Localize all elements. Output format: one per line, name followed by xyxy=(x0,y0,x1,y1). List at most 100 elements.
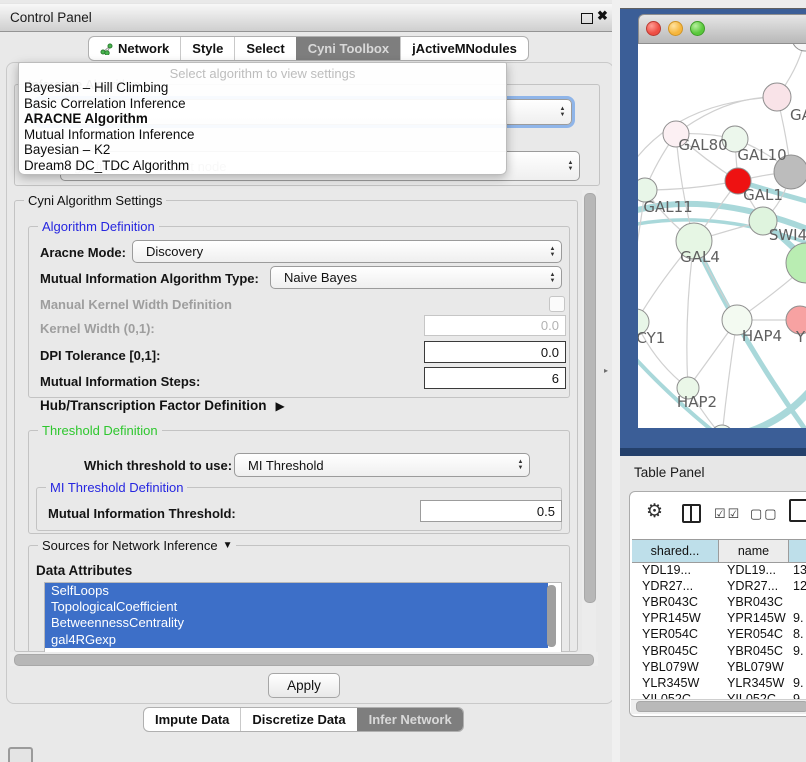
aracne-mode-label: Aracne Mode: xyxy=(40,245,126,260)
network-node[interactable] xyxy=(786,243,806,283)
settings-vertical-scrollbar-thumb[interactable] xyxy=(584,193,596,603)
dropdown-placeholder: Select algorithm to view settings xyxy=(19,63,506,80)
table-row[interactable]: YDL19...YDL19...13 xyxy=(632,562,806,578)
minimized-panel-icon[interactable] xyxy=(8,747,33,762)
table-row[interactable]: YER054CYER054C8. xyxy=(632,626,806,642)
dpi-tolerance-field[interactable]: 0.0 xyxy=(424,341,566,363)
kernel-width-label: Kernel Width (0,1): xyxy=(40,321,155,336)
table-cell: YDL19... xyxy=(719,563,789,577)
network-graph: GALGAL80GAL10GAL1GAL11SWI4GAL4GCY1HAP4YH… xyxy=(638,44,806,428)
threshold-definition-title: Threshold Definition xyxy=(38,423,162,438)
table-panel-card: ⚙ ☑☑ ▢▢ shared...name YDL19...YDL19...13… xyxy=(629,491,806,717)
cyni-mode-tabs: Impute Data Discretize DataInfer Network xyxy=(143,707,464,732)
tab-cyni-toolbox[interactable]: Cyni Toolbox xyxy=(296,37,400,60)
settings-gear-icon[interactable]: ⚙ xyxy=(646,500,663,523)
table-panel-title: Table Panel xyxy=(634,465,705,480)
divider-handle-icon[interactable]: ▸ xyxy=(604,366,608,375)
node-label: GAL11 xyxy=(643,198,692,216)
tab-jactivemnodules[interactable]: jActiveMNodules xyxy=(400,37,528,60)
toolbar-partial-icon[interactable] xyxy=(789,499,806,522)
table-row[interactable]: YPR145WYPR145W9. xyxy=(632,610,806,626)
algorithm-option[interactable]: Bayesian – K2 xyxy=(19,142,506,158)
table-row[interactable]: YBR045CYBR045C9. xyxy=(632,642,806,658)
tab-impute-data[interactable]: Impute Data xyxy=(144,708,240,731)
table-cell: YDR27... xyxy=(632,579,719,593)
tab-infer-network[interactable]: Infer Network xyxy=(357,708,463,731)
tab-label: Cyni Toolbox xyxy=(308,37,389,60)
network-window-titlebar[interactable] xyxy=(638,14,806,44)
table-row[interactable]: YDR27...YDR27...12 xyxy=(632,578,806,594)
sources-title-text: Sources for Network Inference xyxy=(42,538,218,553)
select-all-checkboxes-icon[interactable]: ☑☑ xyxy=(714,506,741,522)
algorithm-option[interactable]: ARACNE Algorithm xyxy=(19,111,506,127)
control-panel-titlebar: Control Panel ✖ xyxy=(0,3,618,32)
network-node[interactable] xyxy=(792,44,806,51)
sources-group-title[interactable]: Sources for Network Inference ▼ xyxy=(38,538,236,553)
tab-select[interactable]: Select xyxy=(234,37,295,60)
table-column-header[interactable]: name xyxy=(719,540,789,562)
network-view[interactable]: GALGAL80GAL10GAL1GAL11SWI4GAL4GCY1HAP4YH… xyxy=(638,44,806,428)
deselect-all-checkboxes-icon[interactable]: ▢▢ xyxy=(750,506,779,522)
node-label: GCY1 xyxy=(638,329,665,347)
algorithm-option-list: Bayesian – Hill ClimbingBasic Correlatio… xyxy=(19,80,506,173)
zoom-traffic-light[interactable] xyxy=(690,21,705,36)
tab-discretize-data[interactable]: Discretize Data xyxy=(240,708,356,731)
table-cell: YER054C xyxy=(632,627,719,641)
network-node[interactable] xyxy=(763,83,791,111)
which-threshold-combo[interactable]: MI Threshold ▲▼ xyxy=(234,453,530,477)
combo-arrows-icon: ▲▼ xyxy=(512,454,529,476)
mi-threshold-field[interactable]: 0.5 xyxy=(420,500,562,522)
table-cell: YPR145W xyxy=(719,611,789,625)
mi-algorithm-type-combo[interactable]: Naive Bayes ▲▼ xyxy=(270,266,562,289)
mi-steps-label: Mutual Information Steps: xyxy=(40,374,200,389)
attributes-listbox[interactable]: SelfLoopsTopologicalCoefficientBetweenne… xyxy=(44,582,562,655)
mi-steps-field[interactable]: 6 xyxy=(424,367,566,389)
table-column-header[interactable] xyxy=(789,540,806,562)
table-cell: 9. xyxy=(789,611,806,625)
algorithm-option[interactable]: Basic Correlation Inference xyxy=(19,96,506,112)
settings-horizontal-scrollbar-thumb[interactable] xyxy=(14,654,594,666)
kernel-width-field: 0.0 xyxy=(424,315,566,336)
algorithm-option[interactable]: Bayesian – Hill Climbing xyxy=(19,80,506,96)
close-traffic-light[interactable] xyxy=(646,21,661,36)
attribute-item[interactable]: SelfLoops xyxy=(45,583,548,599)
table-row[interactable]: YLR345WYLR345W9. xyxy=(632,675,806,691)
tab-label: Impute Data xyxy=(155,708,229,731)
algorithm-option[interactable]: Mutual Information Inference xyxy=(19,127,506,143)
which-threshold-label: Which threshold to use: xyxy=(84,458,232,473)
network-edge xyxy=(722,320,737,428)
algorithm-dropdown-popup: Select algorithm to view settings Bayesi… xyxy=(18,62,507,175)
minimize-traffic-light[interactable] xyxy=(668,21,683,36)
manual-kernel-checkbox[interactable] xyxy=(549,296,565,312)
table-column-header[interactable]: shared... xyxy=(632,540,719,562)
collapse-arrow-icon: ▼ xyxy=(223,540,233,551)
table-cell: 12 xyxy=(789,579,806,593)
table-cell: YBR045C xyxy=(719,644,789,658)
table-row[interactable]: YBR043CYBR043C xyxy=(632,594,806,610)
attribute-item[interactable]: gal4RGexp xyxy=(45,632,548,648)
data-attributes-label: Data Attributes xyxy=(36,563,132,578)
columns-icon[interactable] xyxy=(682,504,701,523)
table-header-row: shared...name xyxy=(632,539,806,563)
node-label: HAP2 xyxy=(677,393,717,411)
attribute-item[interactable]: TopologicalCoefficient xyxy=(45,599,548,615)
attributes-scrollbar-thumb[interactable] xyxy=(547,585,556,647)
float-panel-icon[interactable] xyxy=(581,13,593,24)
table-horizontal-scrollbar-thumb[interactable] xyxy=(636,701,806,712)
node-label: Y xyxy=(795,328,806,346)
tab-network[interactable]: Network xyxy=(89,37,180,60)
tab-style[interactable]: Style xyxy=(180,37,234,60)
manual-kernel-label: Manual Kernel Width Definition xyxy=(40,297,232,312)
tab-label: Style xyxy=(192,37,223,60)
tab-label: Select xyxy=(246,37,284,60)
attribute-item[interactable]: BetweennessCentrality xyxy=(45,615,548,631)
algorithm-option[interactable]: Dream8 DC_TDC Algorithm xyxy=(19,158,506,174)
panel-divider[interactable] xyxy=(612,0,620,762)
table-row[interactable]: YBL079WYBL079W xyxy=(632,659,806,675)
close-panel-icon[interactable]: ✖ xyxy=(597,8,608,24)
table-cell: YDL19... xyxy=(632,563,719,577)
aracne-mode-combo[interactable]: Discovery ▲▼ xyxy=(132,240,562,263)
table-cell: YBL079W xyxy=(719,660,789,674)
apply-button[interactable]: Apply xyxy=(268,673,340,698)
hub-definition-expander[interactable]: Hub/Transcription Factor Definition ▶ xyxy=(40,398,285,413)
